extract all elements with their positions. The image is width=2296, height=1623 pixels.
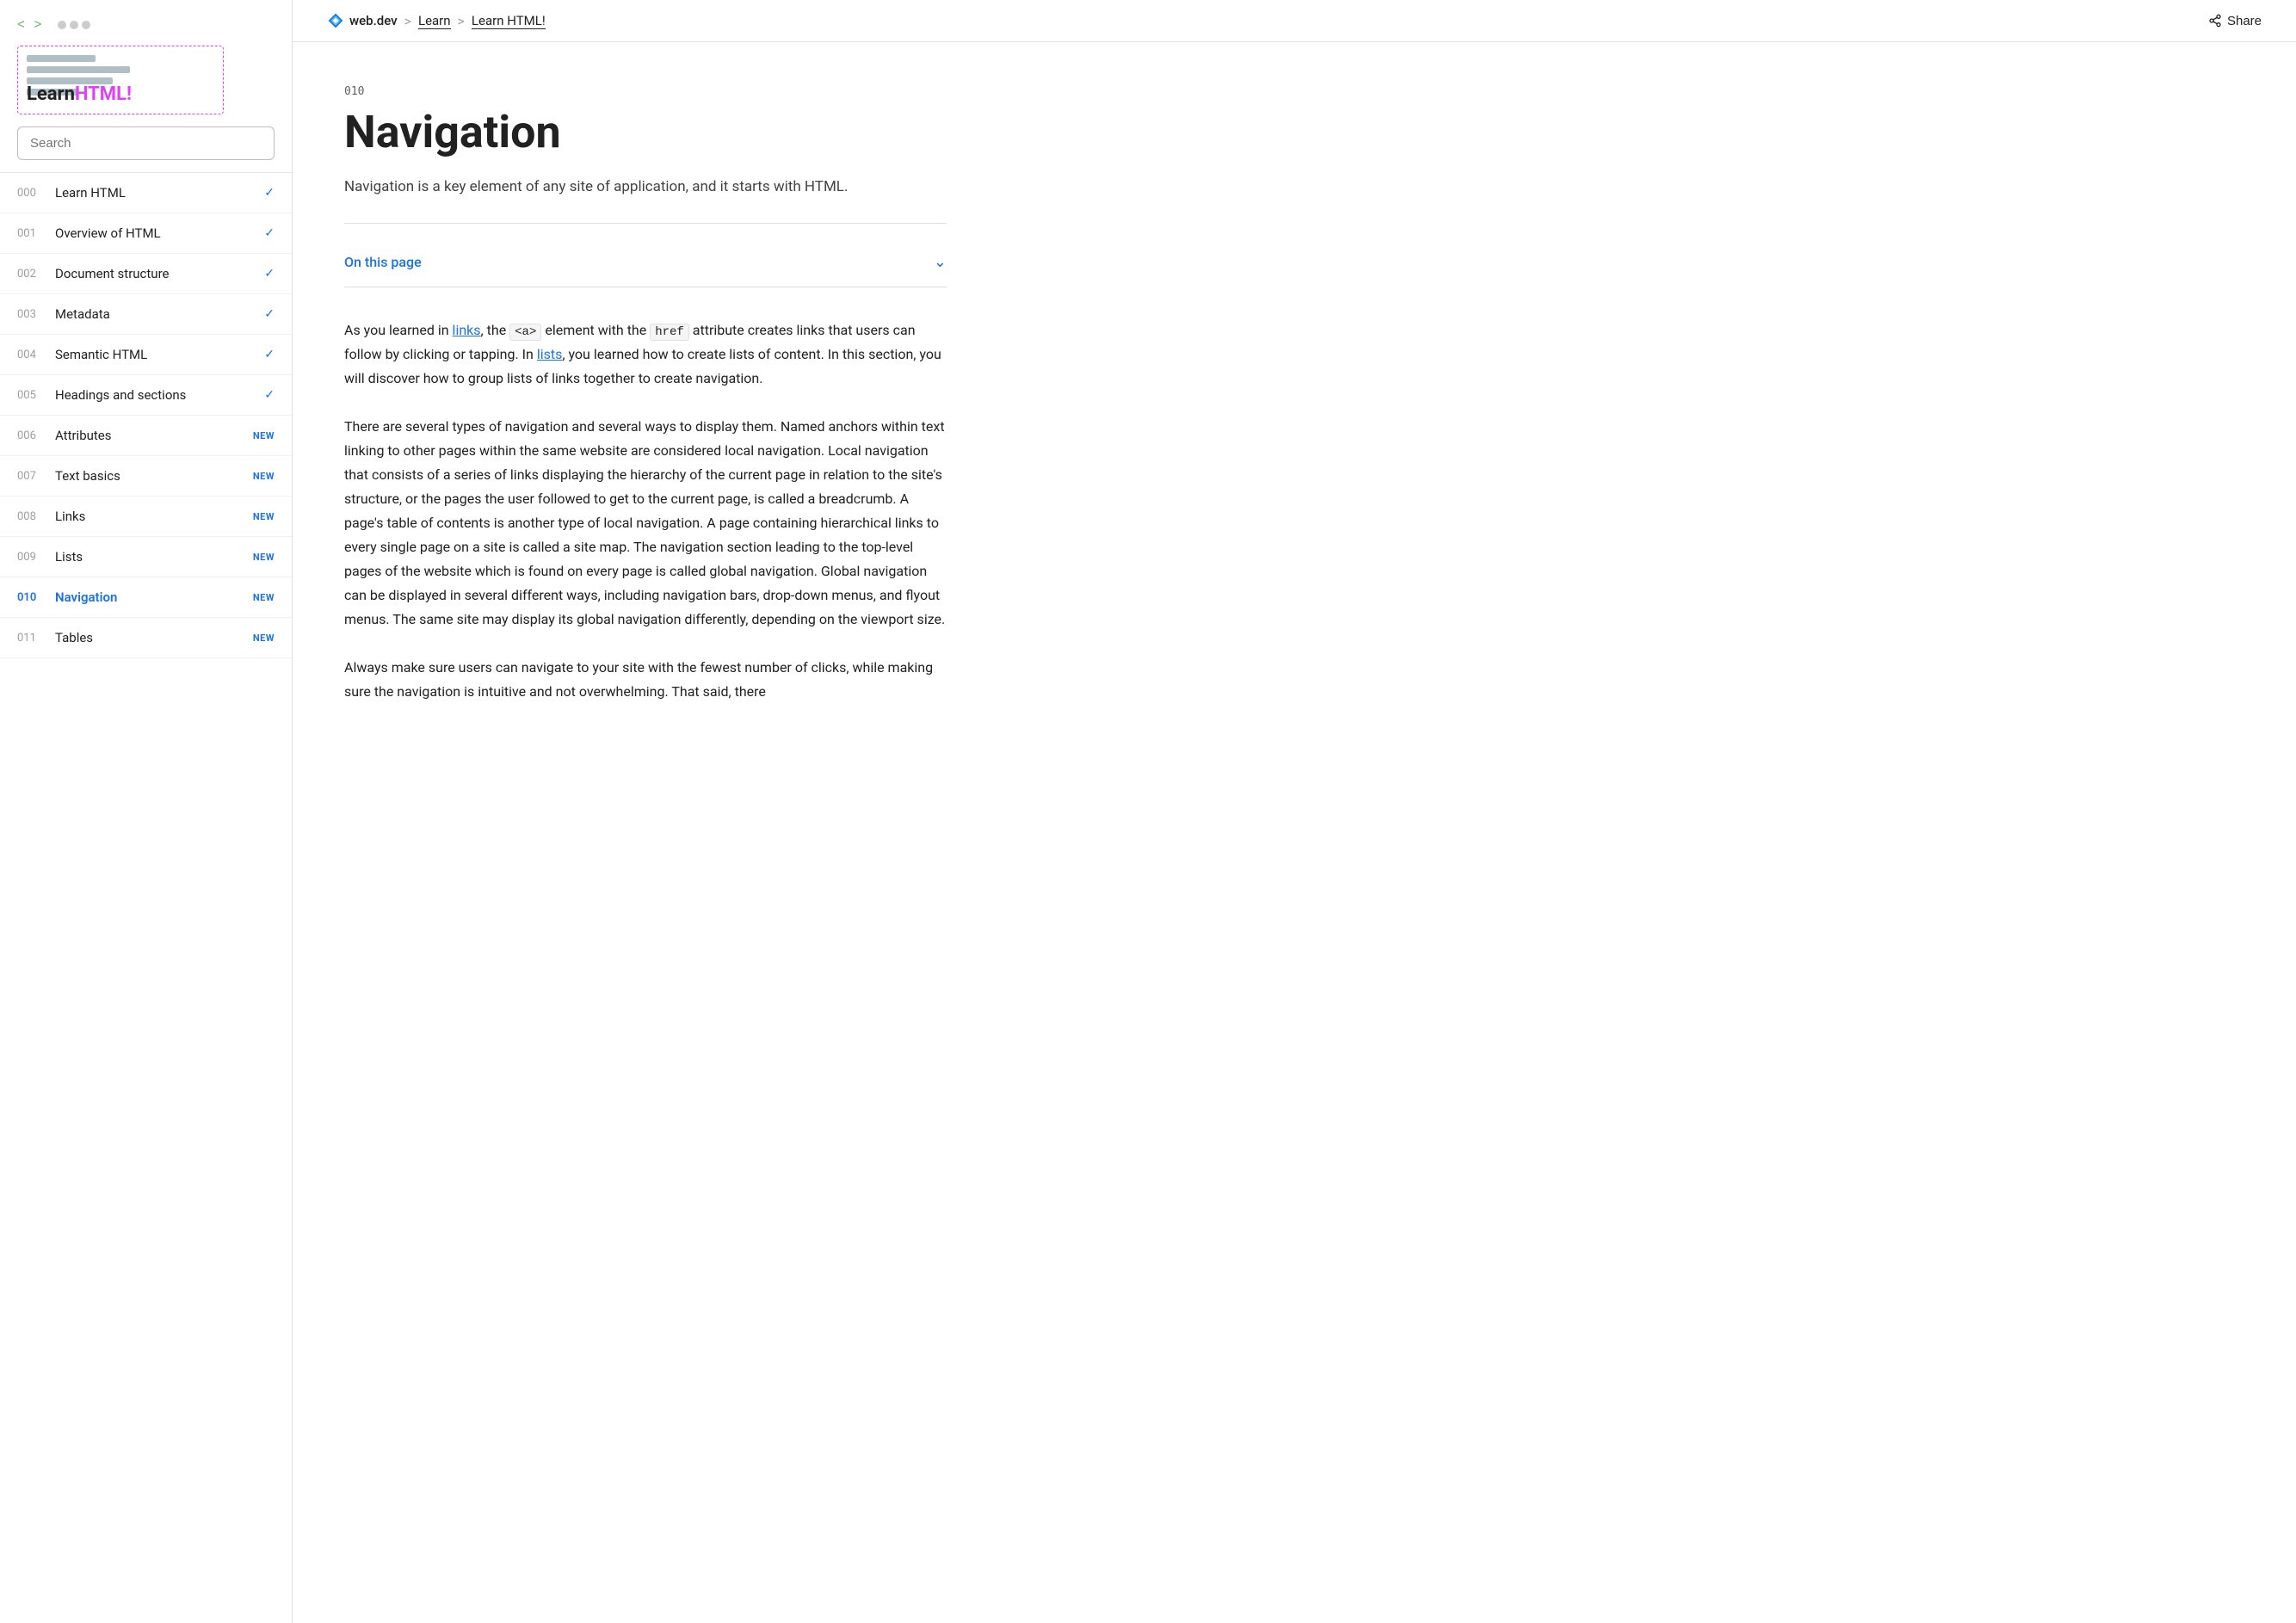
- sidebar-item-007[interactable]: 007 Text basics NEW: [0, 456, 292, 497]
- logo-line-2: [27, 66, 130, 73]
- sidebar-item-002[interactable]: 002 Document structure ✓: [0, 254, 292, 294]
- main-content: web.dev > Learn > Learn HTML! Share 010 …: [293, 0, 2296, 1623]
- nav-label-011: Tables: [55, 630, 93, 645]
- nav-label-001: Overview of HTML: [55, 225, 161, 241]
- content-wrapper: 010 Navigation Navigation is a key eleme…: [293, 42, 2296, 1623]
- nav-num-005: 005: [17, 389, 41, 402]
- top-bar: web.dev > Learn > Learn HTML! Share: [293, 0, 2296, 42]
- new-badge-009: NEW: [253, 552, 275, 563]
- sidebar-item-001[interactable]: 001 Overview of HTML ✓: [0, 213, 292, 254]
- on-this-page-label: On this page: [344, 254, 422, 270]
- new-badge-011: NEW: [253, 633, 275, 644]
- nav-label-008: Links: [55, 509, 85, 524]
- sidebar-item-004[interactable]: 004 Semantic HTML ✓: [0, 335, 292, 375]
- search-input[interactable]: [17, 127, 275, 160]
- body-paragraph-2: There are several types of navigation an…: [344, 415, 947, 632]
- new-badge-007: NEW: [253, 471, 275, 482]
- logo-preview: LearnHTML!: [17, 46, 224, 114]
- nav-num-000: 000: [17, 187, 41, 200]
- sidebar-item-000[interactable]: 000 Learn HTML ✓: [0, 173, 292, 213]
- a-tag-code: <a>: [509, 324, 541, 341]
- share-button[interactable]: Share: [2208, 14, 2262, 28]
- check-icon-002: ✓: [264, 267, 275, 281]
- forward-arrow-icon[interactable]: >: [34, 15, 41, 34]
- links-link[interactable]: links: [453, 322, 481, 338]
- content-area: 010 Navigation Navigation is a key eleme…: [293, 42, 998, 771]
- nav-label-010: Navigation: [55, 589, 117, 605]
- logo-html-text: HTML!: [75, 83, 132, 105]
- share-icon: [2208, 14, 2222, 28]
- lists-link[interactable]: lists: [537, 346, 563, 362]
- search-container: [17, 127, 275, 160]
- browser-dots: [58, 21, 90, 29]
- lesson-subtitle: Navigation is a key element of any site …: [344, 176, 947, 199]
- lesson-title: Navigation: [344, 107, 947, 158]
- sidebar-item-011[interactable]: 011 Tables NEW: [0, 618, 292, 658]
- nav-num-003: 003: [17, 308, 41, 321]
- breadcrumb-sep-1: >: [404, 13, 411, 29]
- new-badge-010: NEW: [253, 592, 275, 603]
- breadcrumb-course[interactable]: Learn HTML!: [472, 13, 546, 29]
- breadcrumb-learn[interactable]: Learn: [418, 13, 451, 29]
- nav-label-002: Document structure: [55, 266, 169, 281]
- nav-num-011: 011: [17, 632, 41, 645]
- body-paragraph-3: Always make sure users can navigate to y…: [344, 656, 947, 704]
- logo-learn-text: Learn: [27, 83, 75, 105]
- sidebar-item-003[interactable]: 003 Metadata ✓: [0, 294, 292, 335]
- nav-label-000: Learn HTML: [55, 185, 126, 201]
- check-icon-004: ✓: [264, 348, 275, 361]
- check-icon-003: ✓: [264, 307, 275, 321]
- nav-label-005: Headings and sections: [55, 387, 186, 403]
- nav-num-006: 006: [17, 429, 41, 442]
- nav-num-001: 001: [17, 227, 41, 240]
- check-icon-001: ✓: [264, 226, 275, 240]
- sidebar: < > LearnHTML!: [0, 0, 293, 1623]
- nav-num-007: 007: [17, 470, 41, 483]
- nav-num-004: 004: [17, 349, 41, 361]
- check-icon-005: ✓: [264, 388, 275, 402]
- sidebar-item-008[interactable]: 008 Links NEW: [0, 497, 292, 537]
- sidebar-logo-title: LearnHTML!: [27, 83, 132, 105]
- nav-label-009: Lists: [55, 549, 83, 565]
- webdev-brand[interactable]: web.dev: [327, 12, 398, 29]
- new-badge-008: NEW: [253, 511, 275, 522]
- nav-num-002: 002: [17, 268, 41, 281]
- sidebar-item-006[interactable]: 006 Attributes NEW: [0, 416, 292, 456]
- webdev-brand-label: web.dev: [349, 13, 398, 28]
- on-this-page-toggle[interactable]: On this page ⌄: [344, 241, 947, 283]
- new-badge-006: NEW: [253, 430, 275, 441]
- breadcrumb-sep-2: >: [458, 13, 465, 29]
- sidebar-header: < > LearnHTML!: [0, 0, 292, 173]
- lesson-number: 010: [344, 85, 947, 98]
- nav-num-008: 008: [17, 510, 41, 523]
- nav-num-009: 009: [17, 551, 41, 564]
- divider-1: [344, 223, 947, 224]
- webdev-logo-icon: [327, 12, 344, 29]
- body-paragraph-1: As you learned in links, the <a> element…: [344, 318, 947, 392]
- nav-num-010: 010: [17, 591, 41, 604]
- back-arrow-icon[interactable]: <: [17, 15, 25, 34]
- href-code: href: [650, 324, 689, 341]
- chevron-down-icon: ⌄: [934, 253, 947, 271]
- sidebar-item-005[interactable]: 005 Headings and sections ✓: [0, 375, 292, 416]
- sidebar-item-009[interactable]: 009 Lists NEW: [0, 537, 292, 577]
- sidebar-item-010[interactable]: 010 Navigation NEW: [0, 577, 292, 618]
- check-icon-000: ✓: [264, 186, 275, 200]
- breadcrumb: web.dev > Learn > Learn HTML!: [327, 12, 546, 29]
- sidebar-nav: 000 Learn HTML ✓ 001 Overview of HTML ✓ 002 Doc…: [0, 173, 292, 1623]
- nav-label-004: Semantic HTML: [55, 347, 147, 362]
- nav-label-006: Attributes: [55, 428, 112, 443]
- share-label: Share: [2227, 14, 2262, 28]
- logo-line-1: [27, 55, 96, 62]
- nav-label-003: Metadata: [55, 306, 110, 322]
- nav-label-007: Text basics: [55, 468, 120, 484]
